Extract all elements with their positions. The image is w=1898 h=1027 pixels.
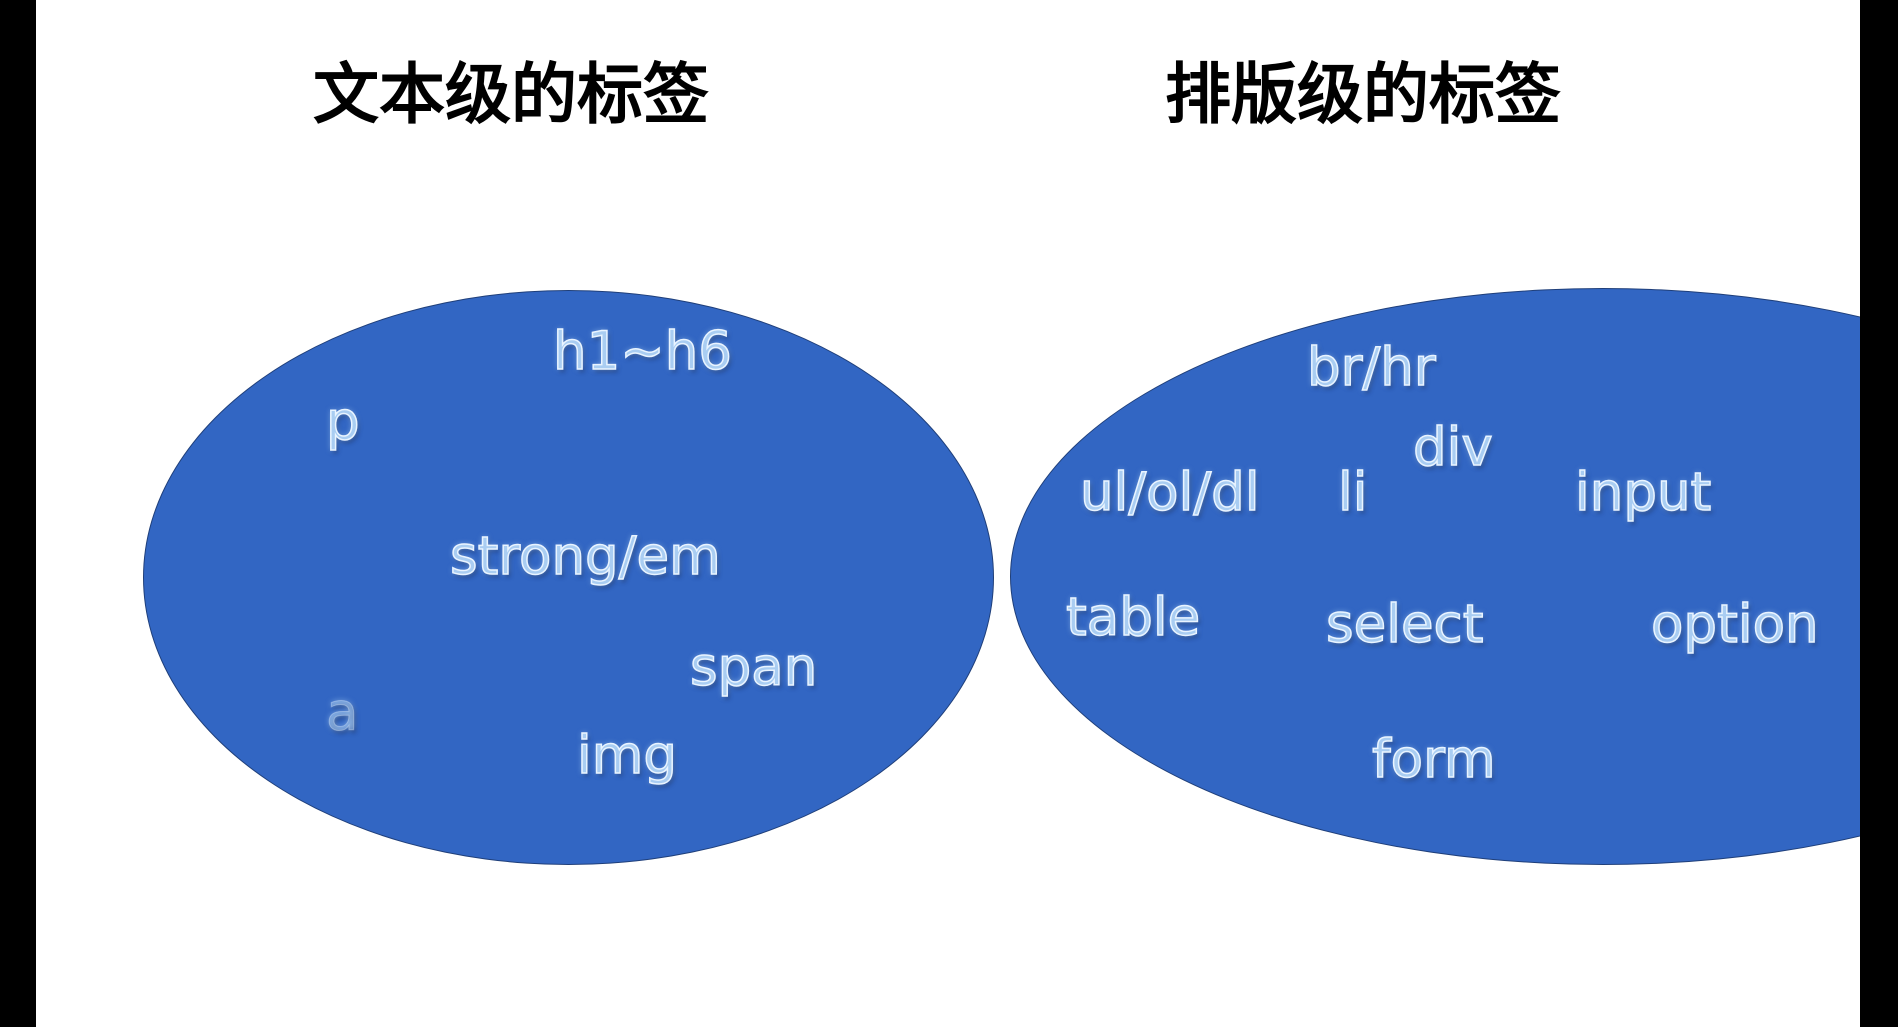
tag-span: span (689, 637, 818, 698)
tag-h1-h6: h1~h6 (552, 321, 733, 382)
tag-div: div (1412, 417, 1493, 478)
slide-canvas: 文本级的标签 排版级的标签 h1~h6 p strong/em span a i… (36, 0, 1860, 1027)
tag-p: p (325, 391, 360, 452)
tag-strong-em: strong/em (449, 526, 721, 587)
tag-option: option (1650, 594, 1819, 655)
tag-a: a (325, 682, 359, 743)
tag-table: table (1065, 587, 1201, 648)
tag-select: select (1325, 594, 1484, 655)
layout-level-tags-heading: 排版级的标签 (1165, 56, 1561, 133)
tag-ul-ol-dl: ul/ol/dl (1079, 462, 1260, 523)
tag-img: img (576, 725, 678, 786)
tag-br-hr: br/hr (1306, 337, 1436, 398)
tag-li: li (1337, 462, 1368, 523)
tag-input: input (1574, 462, 1712, 523)
text-level-tags-heading: 文本级的标签 (313, 56, 709, 133)
tag-form: form (1371, 729, 1496, 790)
